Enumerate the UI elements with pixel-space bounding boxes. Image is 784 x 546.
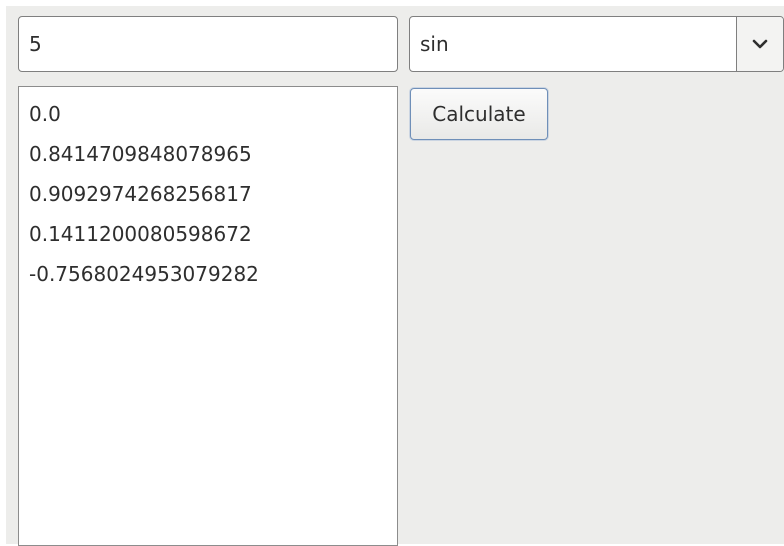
result-item[interactable]: 0.9092974268256817 xyxy=(19,174,397,214)
function-select-value: sin xyxy=(410,17,737,71)
function-select[interactable]: sin xyxy=(409,16,784,72)
chevron-down-icon xyxy=(752,39,768,49)
results-list[interactable]: 0.0 0.8414709848078965 0.909297426825681… xyxy=(18,86,398,546)
app-window: sin 0.0 0.8414709848078965 0.90929742682… xyxy=(6,6,784,546)
number-input[interactable] xyxy=(18,16,398,72)
result-item[interactable]: -0.7568024953079282 xyxy=(19,254,397,294)
dropdown-toggle-button[interactable] xyxy=(737,17,783,71)
result-item[interactable]: 0.8414709848078965 xyxy=(19,134,397,174)
calculate-button[interactable]: Calculate xyxy=(410,88,548,140)
result-item[interactable]: 0.0 xyxy=(19,94,397,134)
result-item[interactable]: 0.1411200080598672 xyxy=(19,214,397,254)
